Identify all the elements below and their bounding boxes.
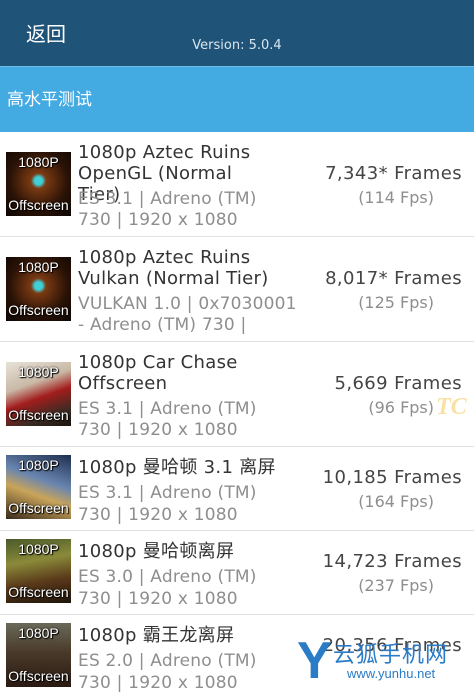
- tc-watermark: TC: [436, 394, 467, 420]
- test-api-info: ES 3.0 | Adreno (TM): [78, 567, 257, 587]
- test-device-info: 730 | 1920 x 1080: [78, 505, 238, 525]
- test-api-info: VULKAN 1.0 | 0x7030001: [78, 294, 297, 314]
- test-api-info: ES 3.1 | Adreno (TM): [78, 483, 257, 503]
- test-thumbnail: 1080P Offscreen: [6, 539, 71, 603]
- yunhu-brand-text: 云狐手机网: [333, 643, 449, 668]
- test-row-aztec-opengl[interactable]: 1080P Offscreen 1080p Aztec Ruins OpenGL…: [0, 132, 474, 237]
- test-frames: 10,185 Frames: [322, 467, 462, 488]
- test-name: 1080p 曼哈顿 3.1 离屏: [78, 457, 276, 478]
- test-row-manhattan-31[interactable]: 1080P Offscreen 1080p 曼哈顿 3.1 离屏 ES 3.1 …: [0, 447, 474, 531]
- test-fps: (237 Fps): [358, 576, 434, 595]
- test-row-manhattan[interactable]: 1080P Offscreen 1080p 曼哈顿离屏 ES 3.0 | Adr…: [0, 531, 474, 615]
- yunhu-logo-letter: Y: [297, 632, 332, 690]
- test-thumbnail: 1080P Offscreen: [6, 152, 71, 216]
- section-title: 高水平测试: [7, 90, 92, 110]
- test-name: 1080p Car Chase Offscreen: [78, 352, 238, 394]
- test-frames: 7,343* Frames: [325, 163, 462, 184]
- test-fps: (125 Fps): [358, 293, 434, 312]
- test-thumbnail: 1080P Offscreen: [6, 257, 71, 321]
- test-device-info: 730 | 1920 x 1080: [78, 673, 238, 693]
- test-api-info: ES 3.1 | Adreno (TM): [78, 399, 257, 419]
- section-header: 高水平测试: [0, 66, 474, 132]
- test-frames: 14,723 Frames: [322, 551, 462, 572]
- test-device-info: 730 | 1920 x 1080: [78, 420, 238, 440]
- test-api-info: ES 3.1 | Adreno (TM): [78, 189, 257, 209]
- test-device-info: 730 | 1920 x 1080: [78, 589, 238, 609]
- test-device-info: - Adreno (TM) 730 |: [78, 315, 247, 335]
- test-device-info: 730 | 1920 x 1080: [78, 210, 238, 230]
- test-row-car-chase[interactable]: 1080P Offscreen 1080p Car Chase Offscree…: [0, 342, 474, 447]
- test-api-info: ES 2.0 | Adreno (TM): [78, 651, 257, 671]
- test-name: 1080p 霸王龙离屏: [78, 625, 235, 646]
- test-row-aztec-vulkan[interactable]: 1080P Offscreen 1080p Aztec Ruins Vulkan…: [0, 237, 474, 342]
- test-fps: (96 Fps): [368, 398, 434, 417]
- test-thumbnail: 1080P Offscreen: [6, 455, 71, 519]
- yunhu-watermark: Y 云狐手机网 www.yunhu.net: [297, 633, 472, 691]
- yunhu-url: www.yunhu.net: [347, 666, 436, 681]
- test-fps: (114 Fps): [358, 188, 434, 207]
- test-fps: (164 Fps): [358, 492, 434, 511]
- test-thumbnail: 1080P Offscreen: [6, 362, 71, 426]
- test-name: 1080p Aztec Ruins Vulkan (Normal Tier): [78, 247, 269, 289]
- test-name: 1080p 曼哈顿离屏: [78, 541, 235, 562]
- top-bar: 返回 Version: 5.0.4: [0, 0, 474, 66]
- test-list: 1080P Offscreen 1080p Aztec Ruins OpenGL…: [0, 132, 474, 695]
- test-frames: 5,669 Frames: [334, 373, 462, 394]
- test-thumbnail: 1080P Offscreen: [6, 623, 71, 687]
- test-frames: 8,017* Frames: [325, 268, 462, 289]
- version-label: Version: 5.0.4: [192, 38, 282, 53]
